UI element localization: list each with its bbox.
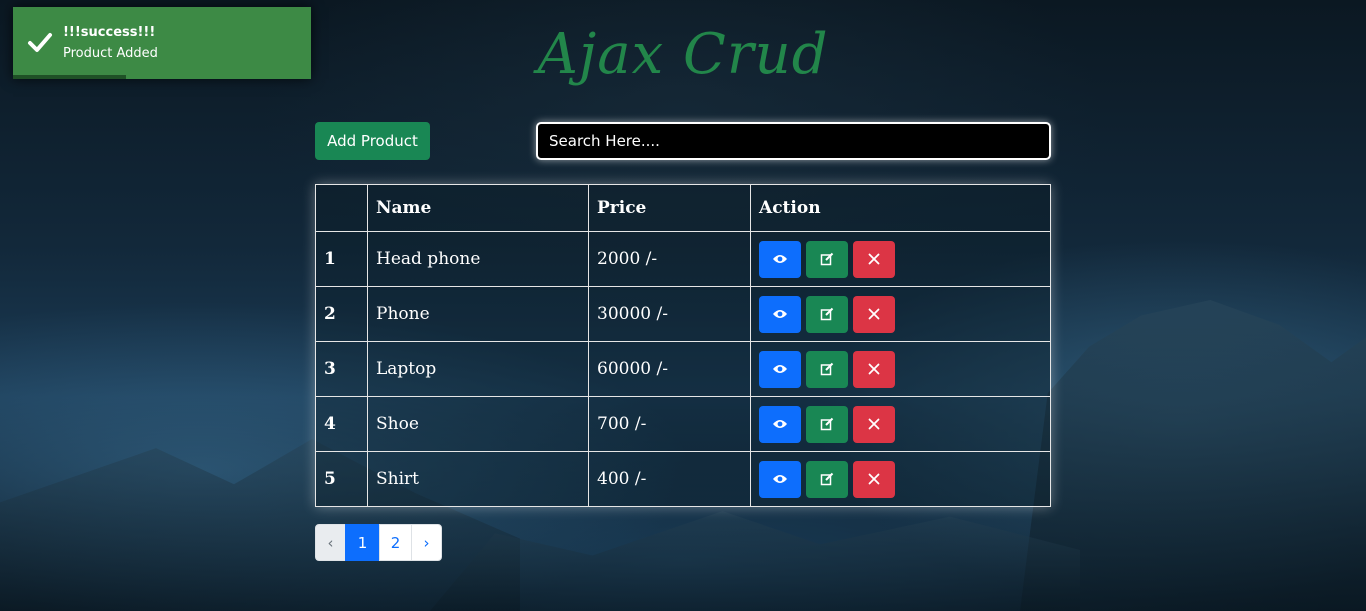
pagination: ‹ 1 2 › (315, 524, 442, 561)
products-table: Name Price Action 1 Head phone 2000 /- 2… (315, 184, 1051, 507)
row-name: Shoe (367, 396, 589, 452)
eye-icon (773, 420, 787, 428)
delete-button[interactable] (853, 460, 895, 498)
column-header-action: Action (750, 184, 1051, 232)
add-product-button[interactable]: Add Product (315, 122, 430, 160)
view-button[interactable] (759, 405, 801, 443)
edit-icon (820, 307, 834, 321)
close-icon (868, 308, 880, 320)
view-button[interactable] (759, 240, 801, 278)
edit-button[interactable] (806, 405, 848, 443)
eye-icon (773, 255, 787, 263)
delete-button[interactable] (853, 240, 895, 278)
column-header-name: Name (367, 184, 589, 232)
close-icon (868, 418, 880, 430)
table-row: 5 Shirt 400 /- (315, 451, 1051, 507)
delete-button[interactable] (853, 295, 895, 333)
column-header-id (315, 184, 368, 232)
close-icon (868, 253, 880, 265)
pagination-page-1[interactable]: 1 (345, 524, 380, 561)
row-id: 3 (315, 341, 368, 397)
row-id: 1 (315, 231, 368, 287)
row-name: Phone (367, 286, 589, 342)
close-icon (868, 363, 880, 375)
page-title: Ajax Crud (537, 22, 829, 87)
row-id: 4 (315, 396, 368, 452)
view-button[interactable] (759, 295, 801, 333)
row-price: 400 /- (588, 451, 751, 507)
row-price: 2000 /- (588, 231, 751, 287)
edit-icon (820, 252, 834, 266)
edit-button[interactable] (806, 460, 848, 498)
row-name: Shirt (367, 451, 589, 507)
row-id: 2 (315, 286, 368, 342)
edit-button[interactable] (806, 295, 848, 333)
row-id: 5 (315, 451, 368, 507)
table-row: 2 Phone 30000 /- (315, 286, 1051, 342)
edit-icon (820, 417, 834, 431)
edit-button[interactable] (806, 240, 848, 278)
row-price: 700 /- (588, 396, 751, 452)
background-mountain (430, 511, 1080, 611)
edit-icon (820, 472, 834, 486)
table-row: 3 Laptop 60000 /- (315, 341, 1051, 397)
delete-button[interactable] (853, 405, 895, 443)
view-button[interactable] (759, 460, 801, 498)
view-button[interactable] (759, 350, 801, 388)
close-icon (868, 473, 880, 485)
edit-icon (820, 362, 834, 376)
table-row: 1 Head phone 2000 /- (315, 231, 1051, 287)
eye-icon (773, 475, 787, 483)
row-actions (750, 286, 1051, 342)
pagination-page-2[interactable]: 2 (379, 524, 412, 561)
table-row: 4 Shoe 700 /- (315, 396, 1051, 452)
delete-button[interactable] (853, 350, 895, 388)
eye-icon (773, 365, 787, 373)
search-input[interactable] (536, 122, 1051, 160)
row-name: Laptop (367, 341, 589, 397)
row-actions (750, 451, 1051, 507)
pagination-next-button[interactable]: › (411, 524, 442, 561)
edit-button[interactable] (806, 350, 848, 388)
row-price: 60000 /- (588, 341, 751, 397)
row-actions (750, 231, 1051, 287)
row-actions (750, 341, 1051, 397)
column-header-price: Price (588, 184, 751, 232)
row-name: Head phone (367, 231, 589, 287)
pagination-prev-button[interactable]: ‹ (315, 524, 346, 561)
eye-icon (773, 310, 787, 318)
row-actions (750, 396, 1051, 452)
row-price: 30000 /- (588, 286, 751, 342)
table-header-row: Name Price Action (315, 184, 1051, 232)
